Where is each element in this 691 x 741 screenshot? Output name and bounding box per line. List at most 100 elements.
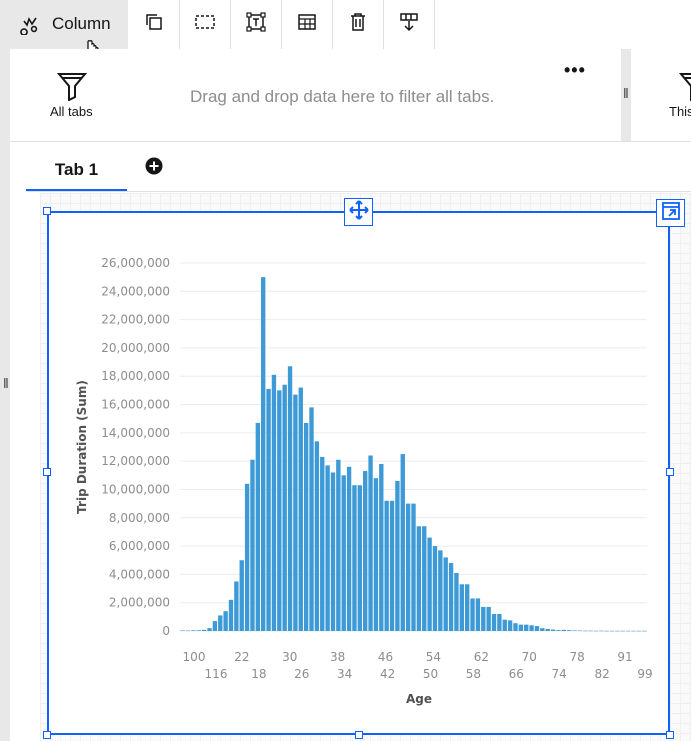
bar (218, 615, 223, 631)
bar (357, 485, 363, 631)
x-tick-label: 26 (294, 667, 309, 681)
x-tick-label: 74 (552, 667, 567, 681)
bar (325, 465, 330, 631)
bar (416, 526, 422, 631)
x-tick-label: 91 (617, 650, 632, 664)
bar (287, 366, 293, 631)
bar (588, 630, 593, 632)
x-tick-label: 78 (569, 650, 584, 664)
add-tab-icon[interactable] (145, 157, 163, 180)
resize-handle[interactable] (666, 468, 674, 476)
bar (577, 630, 583, 632)
filter-zone-divider[interactable]: ‖ (621, 49, 631, 141)
bar (454, 572, 459, 631)
x-tick-label: 34 (337, 667, 352, 681)
resize-grip-icon[interactable]: ‖ (3, 375, 9, 391)
bar (518, 624, 524, 631)
bar (427, 537, 432, 631)
bar (534, 626, 540, 631)
y-tick-label: 10,000,000 (101, 482, 170, 496)
bar (599, 630, 604, 632)
bar (545, 628, 550, 631)
insert-below-icon (399, 12, 419, 37)
duplicate-button[interactable] (128, 0, 180, 49)
bar (502, 619, 507, 631)
bar (550, 629, 556, 631)
bar (282, 384, 287, 631)
bar (540, 628, 545, 631)
bar (443, 557, 448, 631)
resize-handle[interactable] (43, 468, 51, 476)
bar (593, 630, 599, 632)
chart: 0 2,000,000 4,000,000 6,000,000 8,000,000 10,… (75, 256, 653, 706)
bar (470, 598, 475, 631)
bar (266, 388, 271, 631)
bar (448, 563, 454, 631)
x-tick-label: 116 (205, 667, 228, 681)
bar (642, 630, 647, 632)
divider-grip-icon: ‖ (623, 85, 629, 101)
chart-widget[interactable]: 0 2,000,000 4,000,000 6,000,000 8,000,000 10,… (47, 211, 670, 735)
y-tick-label: 22,000,000 (101, 313, 170, 327)
bar (561, 629, 566, 631)
y-tick-label: 26,000,000 (101, 256, 170, 270)
y-axis-title: Trip Duration (Sum) (75, 380, 89, 514)
resize-handle[interactable] (666, 731, 674, 739)
table-button[interactable] (281, 0, 333, 49)
delete-button[interactable] (332, 0, 384, 49)
select-area-button[interactable] (179, 0, 231, 49)
tab-1-label: Tab 1 (54, 160, 99, 179)
x-tick-label: 70 (522, 650, 537, 664)
bar (615, 630, 620, 632)
bar (314, 441, 320, 631)
bar (336, 459, 341, 631)
bar (239, 560, 244, 631)
x-axis-title: Age (406, 692, 432, 706)
bar (244, 483, 250, 631)
y-tick-label: 2,000,000 (109, 596, 170, 610)
text-frame-button[interactable] (230, 0, 282, 49)
bar (507, 620, 513, 631)
bar (293, 394, 298, 631)
bar (255, 422, 261, 631)
column-chart-button[interactable]: Column (0, 0, 128, 60)
bar (620, 630, 626, 632)
bar (609, 630, 615, 632)
bar (250, 459, 255, 631)
bar (261, 277, 266, 631)
bar (212, 621, 218, 631)
y-tick-label: 18,000,000 (101, 369, 170, 383)
x-tick-label: 22 (234, 650, 249, 664)
insert-below-button[interactable] (383, 0, 435, 49)
y-tick-label: 12,000,000 (101, 454, 170, 468)
expand-widget-button[interactable] (656, 199, 685, 227)
bar (330, 472, 336, 631)
resize-handle[interactable] (43, 207, 51, 215)
tab-1[interactable]: Tab 1 (26, 159, 127, 191)
copy-icon (145, 13, 163, 36)
filter-icon-2 (678, 71, 691, 106)
y-tick-label: 4,000,000 (109, 567, 170, 581)
bar (346, 466, 352, 631)
bar (422, 526, 427, 631)
bar (207, 628, 212, 631)
filter-icon (56, 71, 88, 106)
bar (631, 630, 636, 632)
bar (389, 500, 395, 631)
bar (636, 630, 642, 632)
move-widget-button[interactable] (344, 198, 373, 226)
more-options-button[interactable]: ••• (564, 60, 586, 81)
bar (196, 630, 201, 631)
resize-handle[interactable] (355, 731, 363, 739)
bar (491, 614, 497, 631)
bar (228, 599, 234, 631)
bar (572, 630, 577, 631)
this-tab-filter-zone[interactable] (631, 49, 691, 141)
bar (341, 475, 346, 631)
x-tick-label: 99 (637, 667, 652, 681)
bar (432, 546, 438, 631)
divider (10, 141, 691, 142)
resize-handle[interactable] (43, 731, 51, 739)
x-tick-label: 42 (380, 667, 395, 681)
x-tick-label: 82 (594, 667, 609, 681)
